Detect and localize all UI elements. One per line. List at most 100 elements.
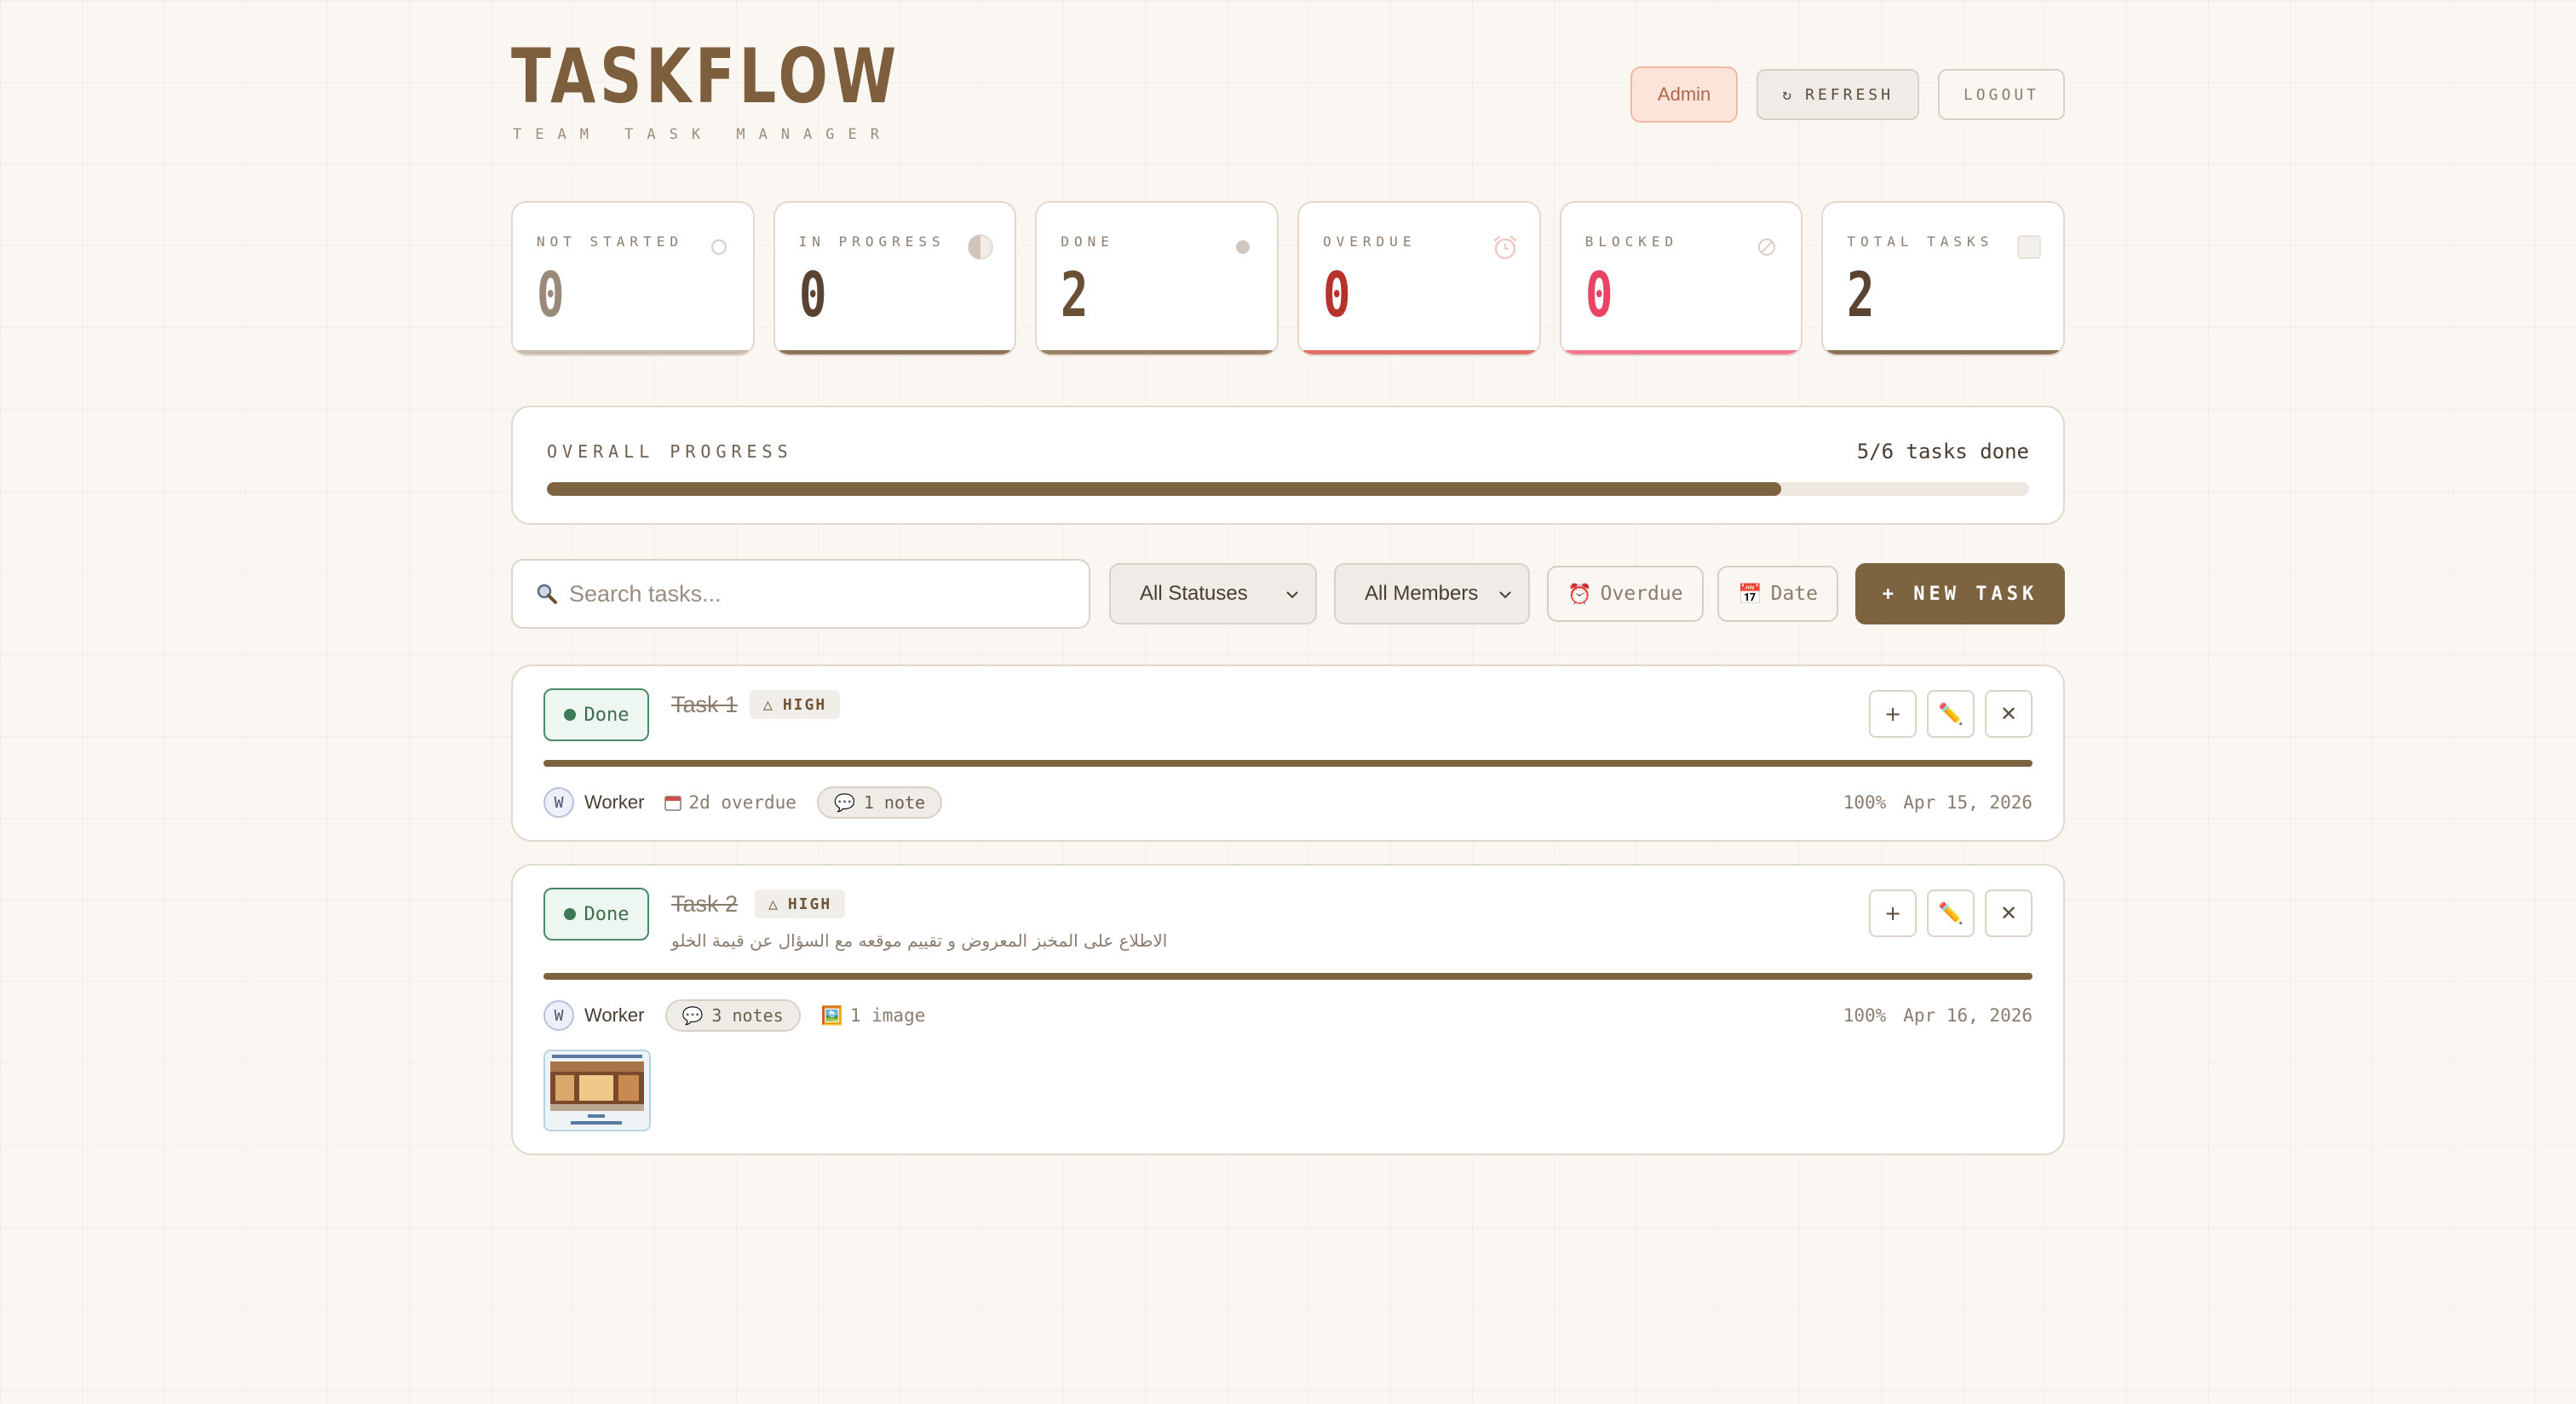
search-icon [537, 584, 557, 604]
stat-value: 2 [1061, 259, 1089, 331]
app-container: TASKFLOW TEAM TASK MANAGER Admin ↻ REFRE… [511, 0, 2066, 1155]
date-sort-button[interactable]: 📅 Date [1717, 566, 1839, 622]
status-badge[interactable]: Done [543, 688, 649, 741]
add-note-button[interactable]: + [1869, 690, 1917, 738]
priority-label: HIGH [782, 695, 827, 714]
task-percent: 100% [1843, 1005, 1887, 1026]
stat-value: 0 [798, 259, 827, 331]
stat-card-overdue[interactable]: OVERDUE 0 [1297, 201, 1541, 356]
status-badge[interactable]: Done [543, 888, 649, 941]
new-task-button[interactable]: + NEW TASK [1855, 563, 2065, 624]
speech-bubble-icon: 💬 [833, 792, 855, 813]
task-card[interactable]: Done Task 2 △ HIGH الاطلاع على المخبز ال… [511, 864, 2065, 1155]
task-date: Apr 16, 2026 [1903, 1005, 2033, 1026]
priority-label: HIGH [787, 895, 832, 913]
date-sort-label: Date [1770, 583, 1819, 605]
avatar: W [543, 787, 574, 818]
calendar-icon: 📅 [1738, 583, 1762, 606]
warning-triangle-icon: △ [768, 895, 779, 913]
status-label: Done [584, 903, 630, 925]
alarm-clock-icon: ⏰ [1567, 583, 1592, 606]
header: TASKFLOW TEAM TASK MANAGER Admin ↻ REFRE… [511, 0, 2065, 170]
notes-pill[interactable]: 💬 1 note [816, 786, 943, 819]
assignee-name: Worker [584, 1004, 645, 1026]
task-actions: + ✏️ ✕ [1869, 690, 2033, 738]
status-filter-value: All Statuses [1140, 582, 1248, 605]
image-count: 🖼️ 1 image [821, 1005, 926, 1027]
stat-label: NOT STARTED [537, 233, 683, 250]
edit-button[interactable]: ✏️ [1927, 889, 1975, 937]
stat-card-blocked[interactable]: BLOCKED 0 [1559, 201, 1803, 356]
delete-button[interactable]: ✕ [1985, 690, 2033, 738]
task-actions: + ✏️ ✕ [1869, 889, 2033, 937]
notes-count: 1 note [863, 792, 926, 813]
stat-card-done[interactable]: DONE 2 [1035, 201, 1279, 356]
avatar: W [543, 1000, 574, 1031]
task-meta-row: W Worker 💬 3 notes 🖼️ 1 image 100% Apr 1… [543, 998, 2033, 1033]
task-progress-bar [543, 973, 2033, 980]
speech-bubble-icon: 💬 [681, 1005, 704, 1026]
delete-button[interactable]: ✕ [1985, 889, 2033, 937]
stat-label: DONE [1061, 233, 1114, 250]
status-dot-icon [563, 709, 576, 721]
task-percent: 100% [1843, 792, 1887, 813]
stat-value: 0 [1323, 259, 1351, 331]
task-meta-right: 100% Apr 16, 2026 [1843, 1005, 2033, 1026]
stat-label: TOTAL TASKS [1847, 233, 1994, 250]
progress-fill [547, 482, 1782, 496]
status-dot-icon [563, 908, 576, 920]
blocked-icon [1758, 239, 1776, 256]
search-box[interactable] [511, 559, 1090, 629]
task-card[interactable]: Done Task 1 △ HIGH + ✏️ ✕ W Worker 2d ov… [511, 665, 2065, 842]
half-circle-icon [968, 234, 994, 260]
alarm-clock-icon [1493, 235, 1516, 260]
task-date: Apr 15, 2026 [1903, 792, 2033, 813]
logout-button[interactable]: LOGOUT [1937, 69, 2065, 120]
overdue-filter-button[interactable]: ⏰ Overdue [1547, 566, 1704, 622]
edit-button[interactable]: ✏️ [1927, 690, 1975, 738]
task-title: Task 1 [671, 692, 739, 717]
chevron-down-icon [1499, 591, 1511, 599]
notes-pill[interactable]: 💬 3 notes [664, 999, 801, 1032]
task-meta-right: 100% Apr 15, 2026 [1843, 792, 2033, 813]
member-filter-value: All Members [1365, 582, 1479, 605]
task-progress-fill [543, 973, 2033, 980]
add-note-button[interactable]: + [1869, 889, 1917, 937]
progress-count: 5/6 tasks done [1856, 440, 2029, 463]
stat-label: IN PROGRESS [798, 233, 946, 250]
filled-dot-icon [1236, 240, 1251, 254]
assignee-name: Worker [584, 791, 645, 813]
app-title: TASKFLOW [511, 32, 900, 120]
overdue-indicator: 2d overdue [664, 792, 796, 813]
member-filter-select[interactable]: All Members [1334, 563, 1530, 624]
stat-value: 0 [537, 259, 565, 331]
stat-card-not-started[interactable]: NOT STARTED 0 [511, 201, 755, 356]
search-input[interactable] [569, 580, 1080, 607]
app-subtitle: TEAM TASK MANAGER [513, 126, 893, 143]
toolbar: All Statuses All Members ⏰ Overdue 📅 Dat… [511, 559, 2065, 630]
overall-progress-card: OVERALL PROGRESS 5/6 tasks done [511, 406, 2065, 525]
overdue-filter-label: Overdue [1600, 583, 1683, 605]
admin-role-badge[interactable]: Admin [1630, 66, 1739, 123]
circle-outline-icon [710, 239, 727, 255]
refresh-button[interactable]: ↻ REFRESH [1757, 69, 1919, 120]
stat-card-in-progress[interactable]: IN PROGRESS 0 [773, 201, 1017, 356]
overdue-text: 2d overdue [688, 792, 796, 813]
image-icon: 🖼️ [820, 1004, 843, 1026]
stat-value: 2 [1847, 259, 1875, 331]
status-filter-select[interactable]: All Statuses [1109, 563, 1317, 624]
task-meta-row: W Worker 2d overdue 💬 1 note 100% Apr 15… [543, 785, 2033, 820]
storefront-image [545, 1051, 649, 1130]
refresh-icon: ↻ [1782, 85, 1796, 104]
task-image-thumbnail[interactable] [543, 1050, 651, 1131]
calendar-icon [664, 796, 681, 811]
priority-badge: △ HIGH [750, 690, 841, 719]
task-description: الاطلاع على المخبز المعروض و تقييم موقعه… [671, 930, 1168, 951]
task-title: Task 2 [671, 891, 739, 917]
progress-bar [547, 482, 2029, 496]
refresh-label: REFRESH [1805, 85, 1894, 104]
stat-card-total-tasks[interactable]: TOTAL TASKS 2 [1821, 201, 2066, 356]
priority-badge: △ HIGH [755, 889, 846, 918]
header-actions: Admin ↻ REFRESH LOGOUT [1630, 66, 2065, 123]
stat-label: OVERDUE [1323, 233, 1417, 250]
